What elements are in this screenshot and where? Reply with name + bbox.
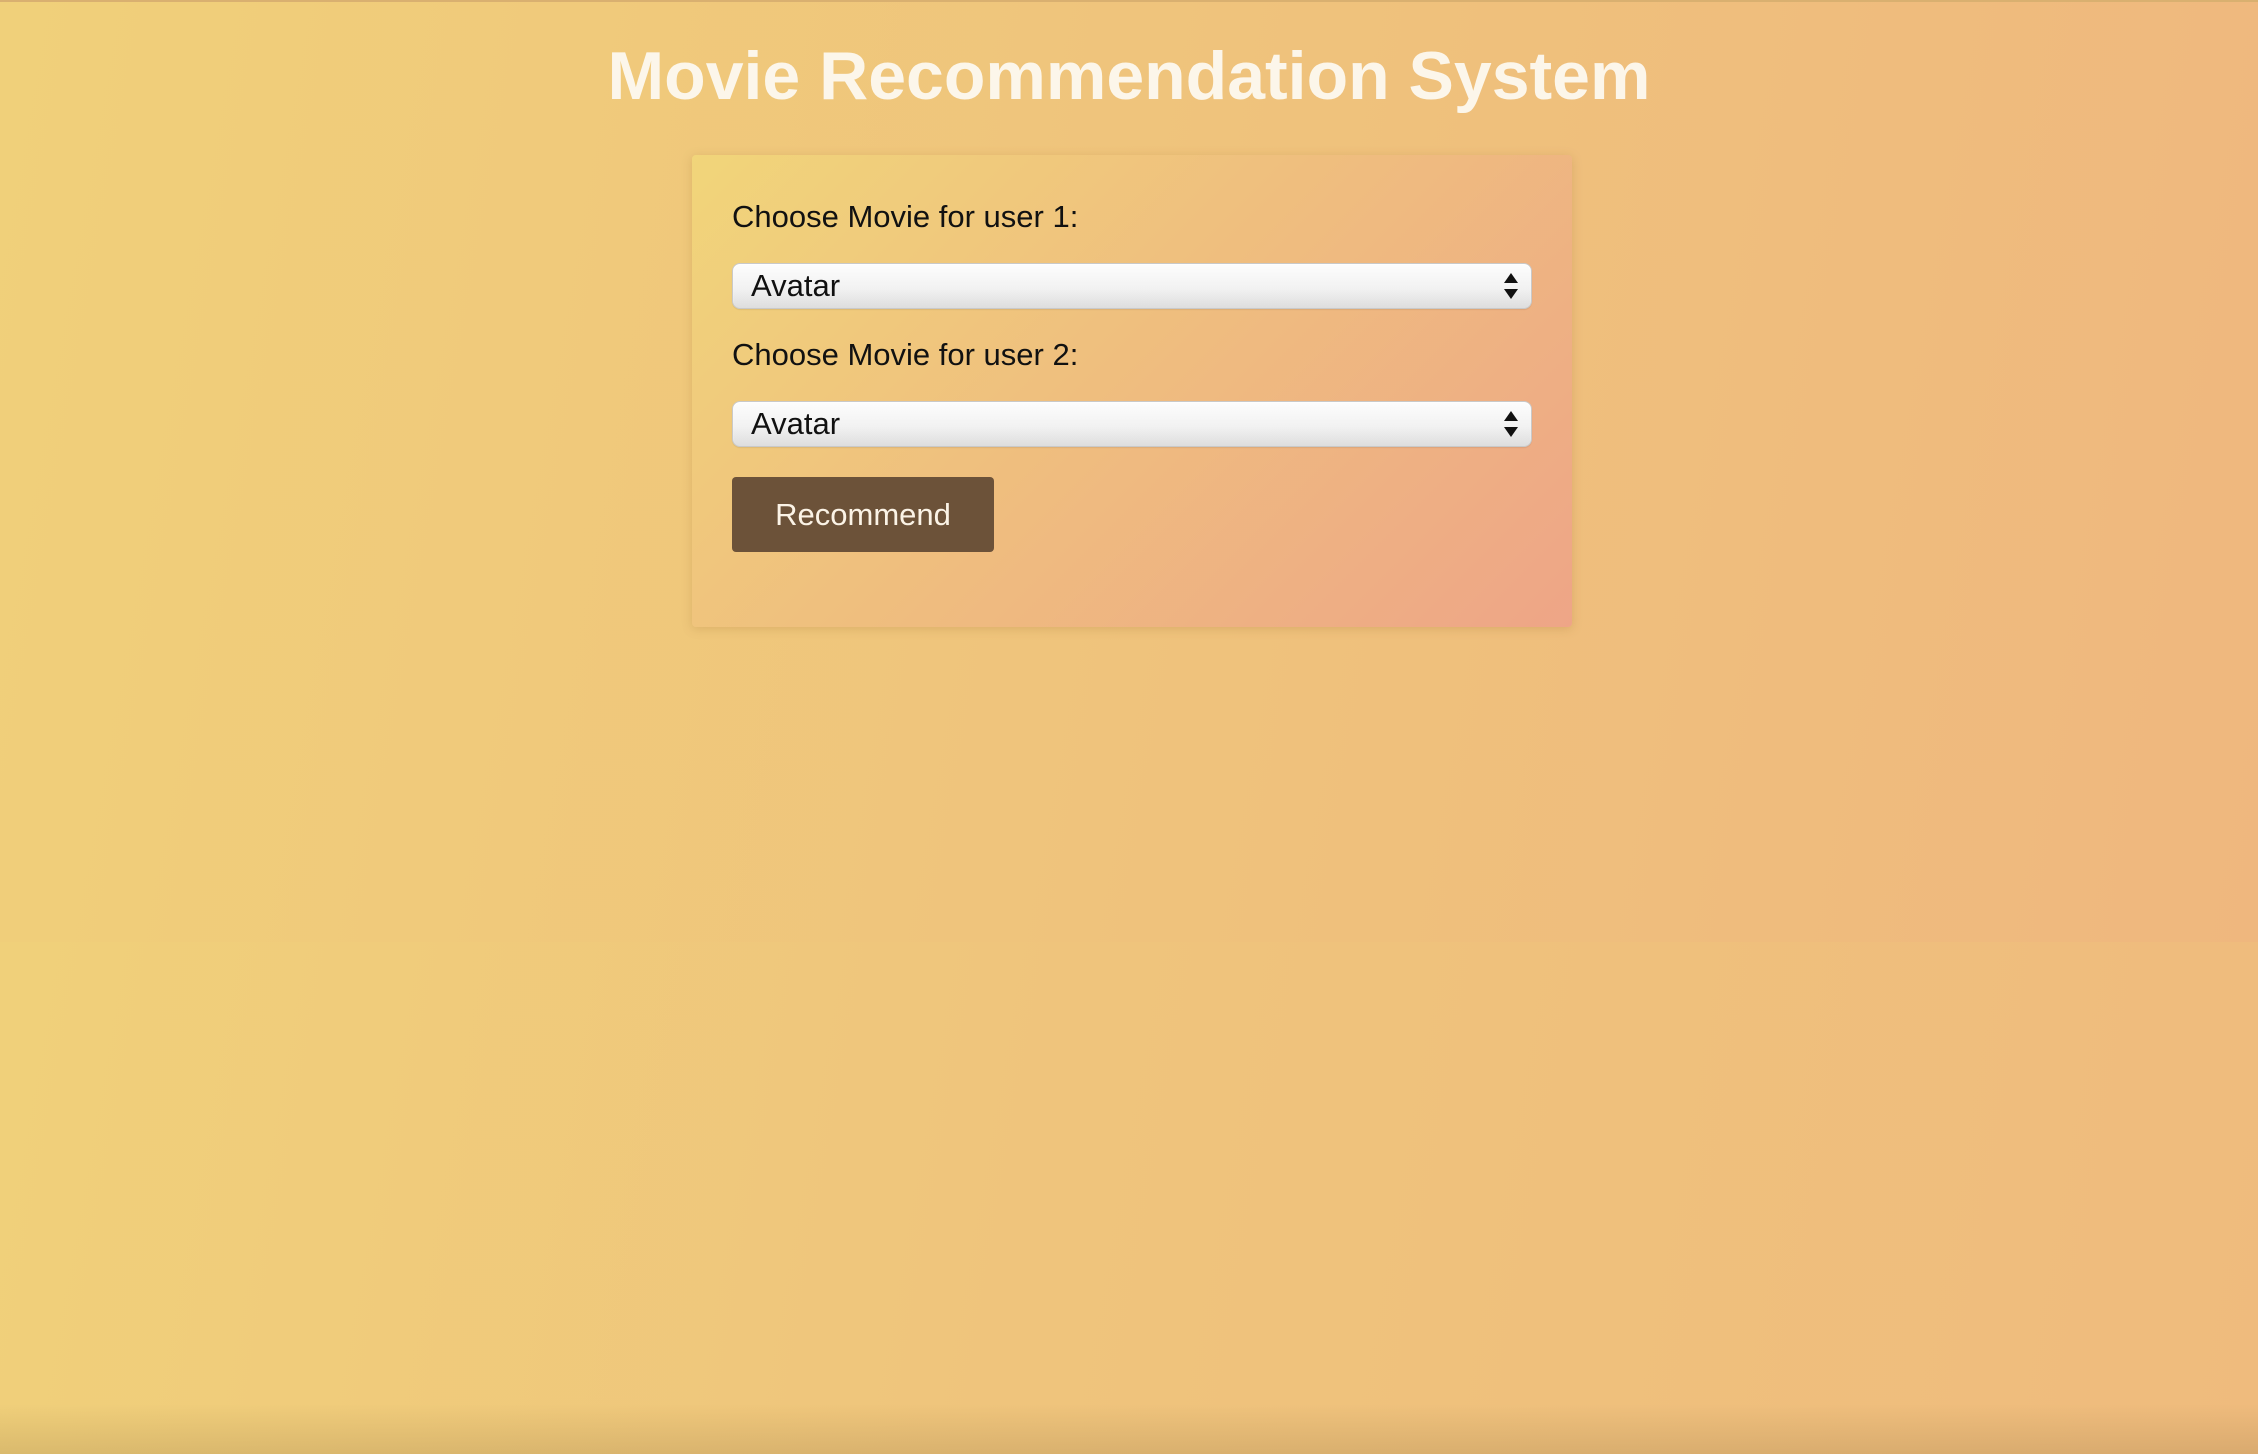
recommend-button[interactable]: Recommend <box>732 477 994 552</box>
up-down-arrows-icon <box>1504 411 1518 437</box>
recommendation-form: Choose Movie for user 1: Avatar Choose M… <box>692 155 1572 627</box>
user1-movie-label: Choose Movie for user 1: <box>732 199 1079 234</box>
user2-movie-select[interactable]: Avatar <box>732 401 1532 447</box>
user1-movie-selected-value: Avatar <box>751 268 841 303</box>
page-title: Movie Recommendation System <box>607 38 1651 114</box>
user1-movie-select[interactable]: Avatar <box>732 263 1532 309</box>
up-down-arrows-icon <box>1504 273 1518 299</box>
user2-movie-label: Choose Movie for user 2: <box>732 337 1079 372</box>
page-bottom-shade <box>0 1404 2258 1454</box>
user2-movie-selected-value: Avatar <box>751 406 841 441</box>
